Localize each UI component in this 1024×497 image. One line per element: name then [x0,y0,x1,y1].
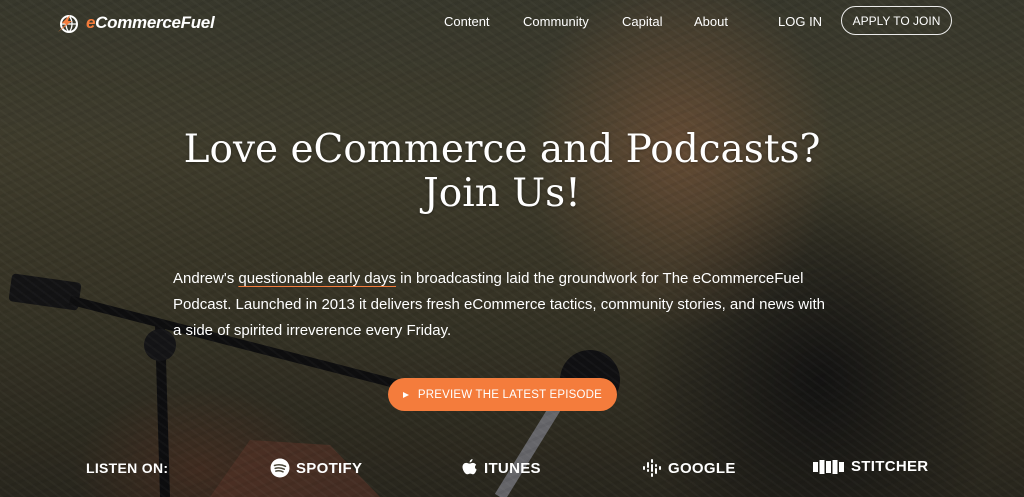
itunes-label: ITUNES [484,459,541,477]
preview-latest-episode-button[interactable]: PREVIEW THE LATEST EPISODE [388,378,617,411]
spotify-link[interactable]: SPOTIFY [270,458,362,478]
description-text-start: Andrew's [173,270,239,287]
apply-to-join-button[interactable]: APPLY TO JOIN [841,6,952,35]
play-icon [402,391,409,398]
ecommercefuel-logo[interactable]: eCommerceFuel [56,12,215,34]
nav-item-capital[interactable]: Capital [622,14,662,29]
nav-item-about[interactable]: About [694,14,728,29]
hero-title: Love eCommerce and Podcasts? Join Us! [0,128,1004,216]
questionable-early-days-link[interactable]: questionable early days [238,270,396,287]
hero-description: Andrew's questionable early days in broa… [173,266,833,344]
itunes-link[interactable]: ITUNES [461,458,541,478]
google-podcasts-link[interactable]: GOOGLE [642,458,736,478]
site-header: eCommerceFuel Content Community Capital … [0,0,1024,44]
hero-background [0,0,1024,497]
spotify-icon [270,458,290,478]
listen-on-label: LISTEN ON: [86,460,169,476]
logo-globe-icon [58,15,78,33]
hero-title-line1: Love eCommerce and Podcasts? [183,127,821,172]
logo-text: eCommerceFuel [86,13,215,32]
login-link[interactable]: LOG IN [778,14,822,29]
google-label: GOOGLE [668,459,736,477]
nav-item-content[interactable]: Content [444,14,490,29]
stitcher-label: STITCHER [851,458,929,475]
spotify-label: SPOTIFY [296,459,363,477]
preview-button-label: PREVIEW THE LATEST EPISODE [417,388,603,401]
listen-on-bar: LISTEN ON: SPOTIFY ITUNES GOOGLE STITCHE… [0,455,1024,479]
stitcher-icon [813,459,844,474]
hero-title-line2: Join Us! [423,171,581,216]
apple-icon [462,459,477,475]
google-podcasts-icon [643,459,661,477]
stitcher-link[interactable]: STITCHER [813,458,928,475]
nav-item-community[interactable]: Community [523,14,589,29]
